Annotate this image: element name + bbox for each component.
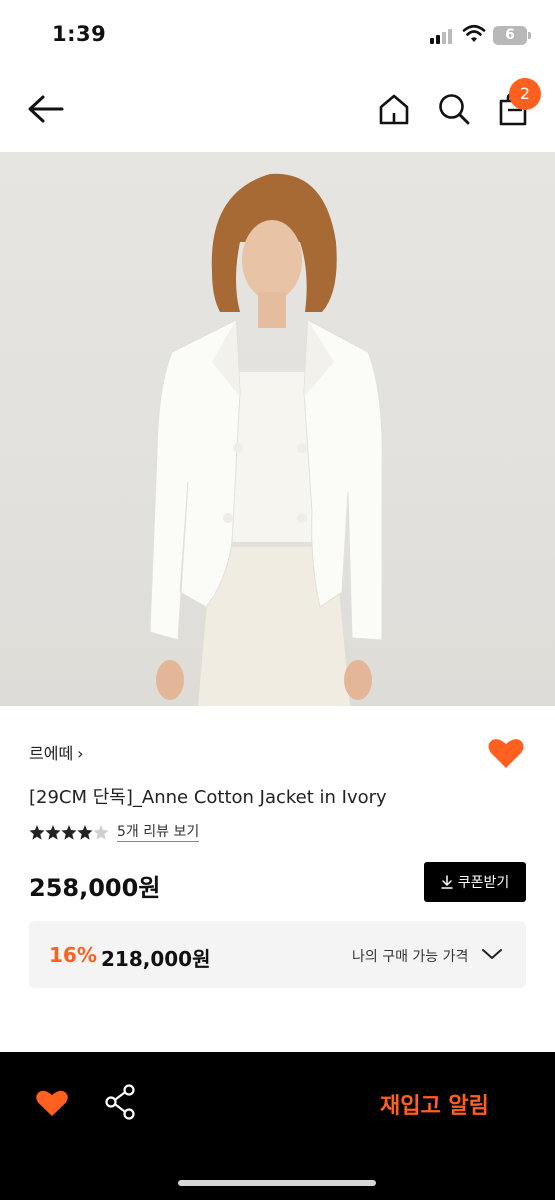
status-bar: 1:39 6 [0,0,555,70]
heart-icon[interactable] [487,736,525,770]
restock-alert-button[interactable]: 재입고 알림 [380,1088,489,1120]
wifi-icon [462,24,486,42]
status-time: 1:39 [52,22,107,46]
chevron-right-icon: › [77,744,84,763]
search-icon[interactable] [437,92,471,126]
battery-nub [528,32,531,39]
product-image[interactable] [0,152,555,706]
bottom-action-bar: 재입고 알림 [0,1052,555,1200]
battery-icon: 6 [493,26,527,45]
home-icon[interactable] [377,92,411,126]
home-indicator [178,1180,376,1186]
share-icon[interactable] [104,1084,136,1120]
signal-icon [430,28,456,44]
product-photo [149,173,383,706]
my-price-box[interactable]: 16% 218,000원 나의 구매 가능 가격 [29,921,526,988]
brand-name: 르에떼 [29,744,74,763]
discounted-price: 218,000원 [101,947,211,971]
heart-icon[interactable] [35,1088,69,1118]
product-price: 258,000원 [29,874,161,902]
back-arrow-icon[interactable] [26,94,64,124]
product-title: [29CM 단독]_Anne Cotton Jacket in Ivory [29,787,387,808]
coupon-label: 쿠폰받기 [457,875,510,891]
star-rating-icon [29,825,109,840]
cart-count-badge: 2 [509,78,541,110]
app-header [0,70,555,152]
chevron-down-icon[interactable] [481,946,503,962]
brand-link[interactable]: 르에떼 › [29,740,84,764]
coupon-button[interactable]: 쿠폰받기 [424,862,526,902]
download-icon [440,875,453,889]
review-link[interactable]: 5개 리뷰 보기 [117,823,200,842]
discount-rate: 16% [49,943,97,967]
my-price-label: 나의 구매 가능 가격 [352,949,469,965]
